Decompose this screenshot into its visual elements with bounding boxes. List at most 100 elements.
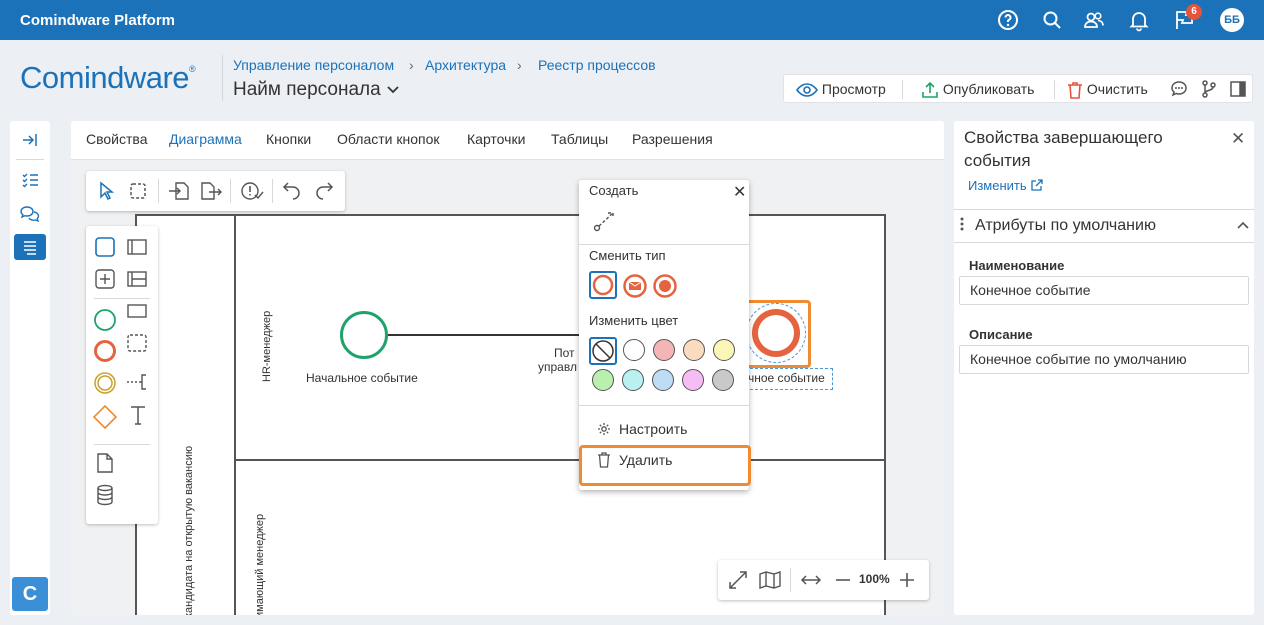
edit-link[interactable]: Изменить (968, 178, 1044, 193)
app-logo-icon[interactable]: C (12, 577, 48, 611)
description-label: Описание (969, 327, 1033, 342)
pool-shape-icon[interactable] (126, 236, 148, 258)
start-event-icon[interactable] (93, 308, 117, 332)
app-title: Comindware Platform (20, 12, 176, 29)
list-icon (24, 241, 36, 255)
task-label: Пот (554, 346, 575, 360)
color-swatch[interactable] (712, 369, 734, 391)
color-swatch[interactable] (713, 339, 735, 361)
group-shape-icon[interactable] (126, 332, 148, 354)
database-icon[interactable] (95, 484, 115, 506)
color-swatch[interactable] (652, 369, 674, 391)
type-option-selected[interactable] (589, 271, 617, 299)
breadcrumb-item[interactable]: Управление персоналом (233, 57, 394, 73)
pool[interactable] (135, 214, 886, 615)
color-swatch[interactable] (653, 339, 675, 361)
lane-label: HR-менеджер (261, 310, 273, 382)
trash-icon (1068, 82, 1082, 100)
breadcrumb-item[interactable]: Реестр процессов (538, 57, 656, 73)
map-icon[interactable] (758, 570, 782, 590)
close-icon[interactable]: ✕ (1231, 129, 1245, 149)
connect-arrow-icon[interactable] (593, 210, 617, 232)
search-icon[interactable] (1040, 8, 1064, 32)
collapse-right-icon (23, 134, 37, 146)
drag-handle-icon[interactable] (960, 217, 964, 231)
gateway-icon[interactable] (92, 404, 118, 430)
subprocess-icon[interactable] (94, 268, 116, 290)
create-header: Создать (589, 183, 639, 198)
properties-list-button[interactable] (14, 234, 46, 260)
eye-icon (796, 83, 818, 98)
chevron-down-icon (387, 86, 399, 94)
comments-button[interactable] (14, 201, 46, 227)
color-swatch[interactable] (682, 369, 704, 391)
name-field[interactable]: Конечное событие (959, 276, 1249, 305)
upload-icon (922, 82, 938, 99)
message-end-event-icon[interactable] (622, 273, 648, 299)
task-shape-icon[interactable] (94, 236, 116, 258)
diagram-canvas[interactable]: кандидата на открытую вакансию HR-менедж… (71, 159, 944, 615)
avatar[interactable]: ББ (1220, 8, 1244, 32)
view-button[interactable]: Просмотр (796, 75, 886, 104)
zoom-out-icon[interactable] (834, 570, 852, 590)
branch-icon[interactable] (1200, 80, 1218, 98)
export-icon[interactable] (200, 181, 222, 201)
undo-icon[interactable] (282, 181, 302, 201)
checklist-button[interactable] (14, 167, 46, 193)
publish-button[interactable]: Опубликовать (921, 75, 1034, 104)
breadcrumb-item[interactable]: Архитектура (425, 57, 506, 73)
start-event[interactable] (340, 311, 388, 359)
color-swatch[interactable] (683, 339, 705, 361)
start-event-label: Начальное событие (306, 371, 418, 385)
context-menu: Создать ✕ Сменить тип Изменить цвет Наст… (579, 180, 751, 490)
fit-width-icon[interactable] (800, 570, 822, 590)
end-event-highlight (741, 300, 811, 368)
chevron-right-icon: › (517, 57, 522, 73)
chevron-up-icon[interactable] (1237, 221, 1249, 229)
section-header[interactable]: Атрибуты по умолчанию (975, 217, 1156, 235)
change-color-header: Изменить цвет (589, 313, 679, 328)
chat-icon (20, 206, 40, 223)
settings-icon (597, 422, 611, 436)
color-swatch[interactable] (592, 369, 614, 391)
header-toolbar: Просмотр Опубликовать Очистить (783, 74, 1253, 103)
document-icon[interactable] (95, 452, 115, 474)
redo-icon[interactable] (314, 181, 334, 201)
zoom-level: 100% (859, 572, 890, 586)
panel-toggle-icon[interactable] (1229, 80, 1247, 98)
intermediate-event-icon[interactable] (93, 371, 117, 395)
pointer-icon[interactable] (96, 181, 116, 201)
comment-icon[interactable] (1170, 80, 1188, 98)
left-rail: C (10, 121, 50, 615)
task-label: управл (538, 360, 577, 374)
text-icon[interactable] (128, 404, 148, 426)
external-link-icon (1031, 179, 1043, 191)
name-label: Наименование (969, 258, 1065, 273)
validate-icon[interactable] (240, 181, 264, 201)
users-icon[interactable] (1082, 8, 1106, 32)
end-event-icon[interactable] (93, 339, 117, 363)
logo: Comindware® (20, 60, 196, 95)
zoom-toolbar: 100% (718, 560, 929, 600)
annotation-icon[interactable] (126, 371, 150, 393)
lanes-shape-icon[interactable] (126, 268, 148, 290)
description-field[interactable]: Конечное событие по умолчанию (959, 345, 1249, 374)
panel-title: Свойства завершающего события (964, 128, 1163, 170)
expand-rail-button[interactable] (14, 127, 46, 153)
close-icon[interactable]: ✕ (733, 182, 746, 202)
import-icon[interactable] (168, 181, 190, 201)
lasso-icon[interactable] (128, 181, 148, 201)
clear-button[interactable]: Очистить (1067, 75, 1148, 104)
fit-screen-icon[interactable] (728, 570, 748, 590)
configure-menu-item[interactable]: Настроить (619, 421, 687, 437)
bell-icon[interactable] (1127, 8, 1151, 32)
zoom-in-icon[interactable] (898, 570, 916, 590)
color-swatch[interactable] (622, 369, 644, 391)
page-title[interactable]: Найм персонала (233, 79, 400, 101)
color-swatch[interactable] (623, 339, 645, 361)
terminate-end-event-icon[interactable] (652, 273, 678, 299)
lane-label: имающий менеджер (254, 513, 266, 615)
color-none-option[interactable] (589, 337, 617, 365)
help-icon[interactable] (996, 8, 1020, 32)
rectangle-icon[interactable] (126, 300, 148, 322)
